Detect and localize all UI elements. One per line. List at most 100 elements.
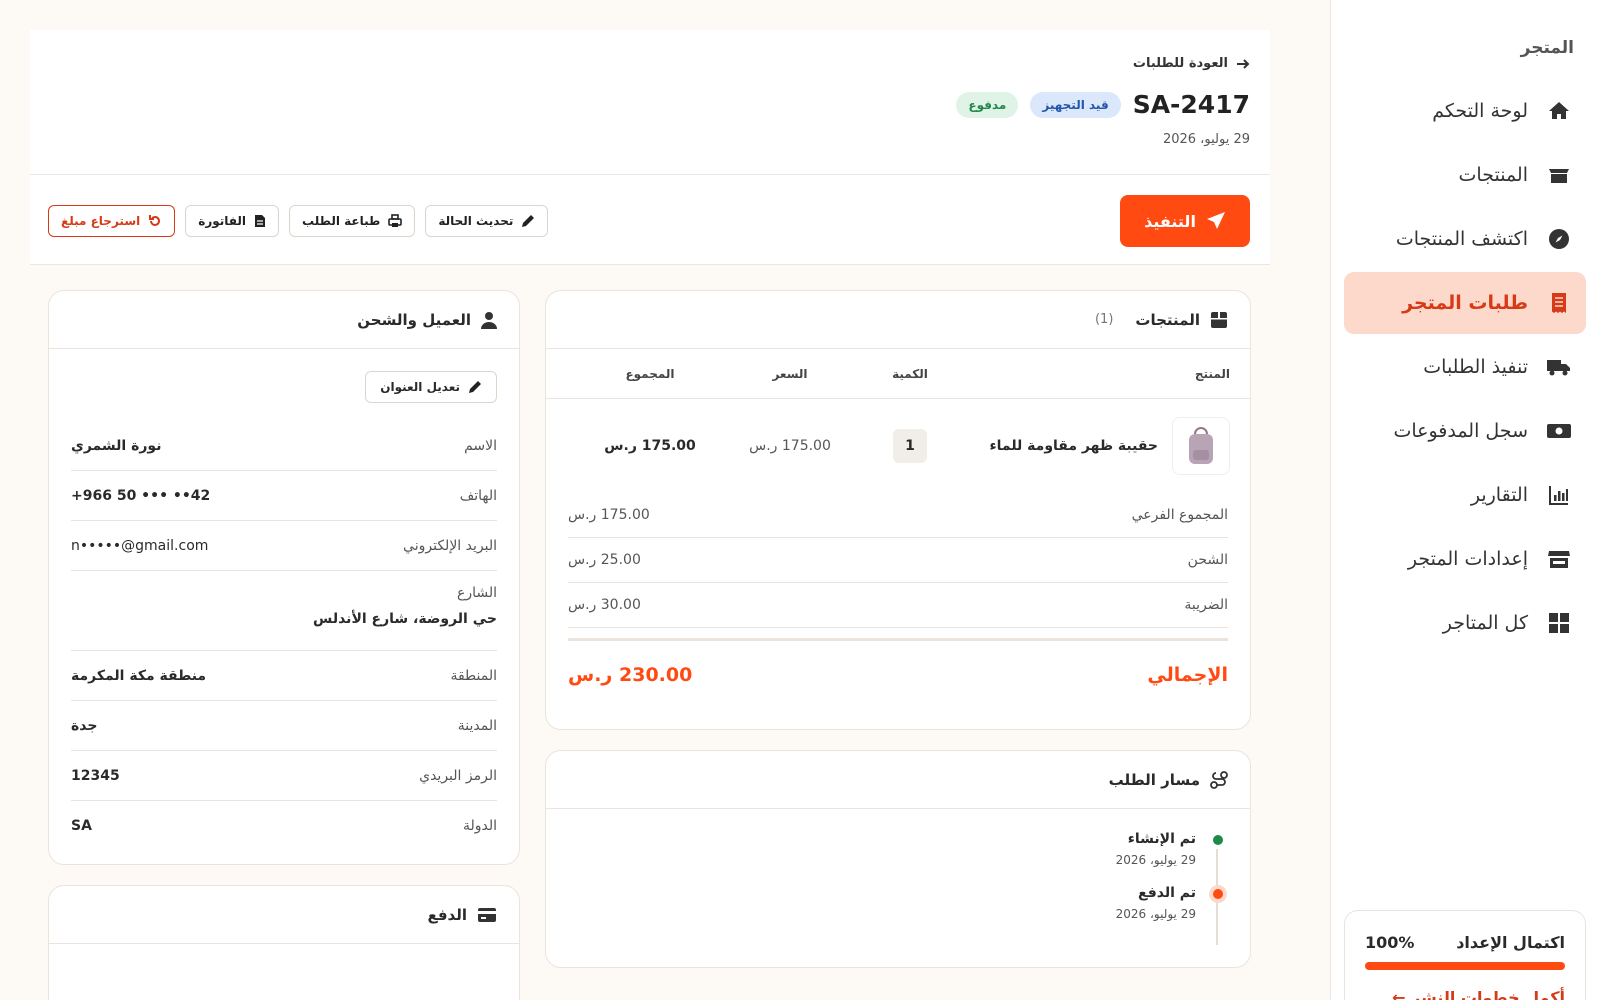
city-value: جدة — [71, 717, 98, 734]
products-title: المنتجات — [1135, 310, 1200, 329]
region-label: المنطقة — [450, 667, 497, 684]
shipping-value: 25.00 ر.س — [568, 552, 641, 568]
store-icon — [1546, 546, 1572, 572]
money-icon — [1546, 418, 1572, 444]
print-label: طباعة الطلب — [302, 214, 381, 228]
tax-value: 30.00 ر.س — [568, 597, 641, 613]
sidebar-item-label: طلبات المتجر — [1402, 292, 1528, 314]
sidebar-item-label: إعدادات المتجر — [1407, 548, 1528, 570]
sidebar-item-label: التقارير — [1470, 484, 1528, 506]
subtotal-label: المجموع الفرعي — [1131, 507, 1228, 523]
column-qty: الكمية — [892, 366, 928, 381]
email-value: n•••••@gmail.com — [71, 537, 209, 554]
sidebar-item-discover[interactable]: اكتشف المنتجات — [1344, 208, 1586, 270]
column-total: المجموع — [625, 366, 675, 381]
city-label: المدينة — [457, 717, 497, 734]
shipping-label: الشحن — [1187, 552, 1228, 568]
order-header: العودة للطلبات SA-2417 قيد التجهيز مدفوع… — [30, 30, 1270, 175]
edit-address-label: تعديل العنوان — [380, 380, 460, 394]
sidebar-item-dashboard[interactable]: لوحة التحكم — [1344, 80, 1586, 142]
sidebar-item-reports[interactable]: التقارير — [1344, 464, 1586, 526]
product-thumbnail — [1172, 417, 1230, 475]
update-status-label: تحديث الحالة — [438, 214, 514, 228]
pencil-icon — [468, 380, 482, 394]
subtotal-value: 175.00 ر.س — [568, 507, 650, 523]
action-bar: التنفيذ استرجاع مبلغ الفاتورة طباعة الطل… — [30, 175, 1270, 265]
event-title: تم الدفع — [1138, 885, 1196, 901]
timeline-event: تم الإنشاء 29 يوليو، 2026 — [576, 831, 1223, 867]
sidebar-item-label: سجل المدفوعات — [1393, 420, 1528, 442]
file-icon — [254, 214, 266, 228]
setup-progress-card: اكتمال الإعداد 100% أكمل خطوات النشر ← — [1344, 910, 1586, 1000]
sidebar-item-store-settings[interactable]: إعدادات المتجر — [1344, 528, 1586, 590]
title-row: SA-2417 قيد التجهيز مدفوع — [956, 90, 1250, 119]
setup-link[interactable]: أكمل خطوات النشر ← — [1365, 988, 1565, 1000]
invoice-button[interactable]: الفاتورة — [185, 205, 280, 237]
route-icon — [1210, 770, 1228, 789]
payment-header: الدفع — [49, 886, 519, 944]
undo-icon — [148, 214, 162, 228]
fulfill-label: التنفيذ — [1144, 211, 1196, 231]
email-row: البريد الإلكتروني n•••••@gmail.com — [71, 521, 497, 571]
sidebar-nav: لوحة التحكم المنتجات اكتشف المنتجات طلبا… — [1344, 80, 1586, 656]
sidebar-item-products[interactable]: المنتجات — [1344, 144, 1586, 206]
back-to-orders-link[interactable]: العودة للطلبات — [1133, 56, 1250, 71]
edit-address-button[interactable]: تعديل العنوان — [365, 371, 497, 403]
refund-button[interactable]: استرجاع مبلغ — [48, 205, 176, 237]
country-label: الدولة — [462, 818, 497, 834]
payment-card: الدفع — [48, 885, 520, 1000]
grid-icon — [1546, 610, 1572, 636]
secondary-actions: استرجاع مبلغ الفاتورة طباعة الطلب تحديث … — [48, 205, 549, 237]
city-row: المدينة جدة — [71, 701, 497, 751]
product-cell[interactable]: حقيبة ظهر مقاومة للماء — [970, 417, 1230, 475]
phone-row: الهاتف +966 50 ••• ••42 — [71, 471, 497, 521]
timeline-title: مسار الطلب — [1108, 770, 1200, 789]
street-value: حي الروضة، شارع الأندلس — [313, 611, 497, 627]
order-timeline-card: مسار الطلب تم الإنشاء 29 يوليو، 2026 تم … — [545, 750, 1251, 968]
receipt-icon — [1546, 290, 1572, 316]
products-count: (1) — [1094, 312, 1114, 327]
customer-title: العميل والشحن — [357, 310, 471, 329]
status-badge: قيد التجهيز — [1030, 91, 1121, 118]
product-price: 175.00 ر.س — [749, 438, 831, 454]
column-price: السعر — [772, 366, 808, 381]
column-product: المنتج — [1194, 366, 1230, 381]
pencil-icon — [521, 214, 535, 228]
region-value: منطقة مكة المكرمة — [71, 667, 207, 684]
street-label: الشارع — [456, 585, 497, 601]
truck-icon — [1546, 354, 1572, 380]
chart-icon — [1546, 482, 1572, 508]
sidebar-item-all-stores[interactable]: كل المتاجر — [1344, 592, 1586, 654]
tax-label: الضريبة — [1184, 597, 1228, 613]
name-label: الاسم — [464, 437, 497, 454]
zip-row: الرمز البريدي 12345 — [71, 751, 497, 801]
printer-icon — [388, 214, 403, 228]
subtotal-row: المجموع الفرعي 175.00 ر.س — [568, 493, 1228, 538]
shipping-row: الشحن 25.00 ر.س — [568, 538, 1228, 583]
name-value: نورة الشمري — [71, 437, 162, 454]
timeline-dot — [1213, 889, 1223, 899]
tax-row: الضريبة 30.00 ر.س — [568, 583, 1228, 628]
product-total: 175.00 ر.س — [604, 438, 696, 454]
main-content: العودة للطلبات SA-2417 قيد التجهيز مدفوع… — [30, 30, 1270, 265]
send-icon — [1206, 211, 1226, 231]
grand-total-value: 230.00 ر.س — [568, 663, 693, 686]
sidebar-item-payments[interactable]: سجل المدفوعات — [1344, 400, 1586, 462]
credit-card-icon — [477, 907, 497, 923]
fulfill-button[interactable]: التنفيذ — [1120, 195, 1250, 247]
box-icon — [1546, 162, 1572, 188]
sidebar-item-fulfillment[interactable]: تنفيذ الطلبات — [1344, 336, 1586, 398]
name-row: الاسم نورة الشمري — [71, 421, 497, 471]
customer-header: العميل والشحن — [49, 291, 519, 349]
zip-label: الرمز البريدي — [419, 767, 497, 784]
products-card: المنتجات (1) المنتج الكمية السعر المجموع… — [545, 290, 1251, 730]
print-button[interactable]: طباعة الطلب — [289, 205, 416, 237]
product-qty: 1 — [893, 429, 927, 463]
order-id: SA-2417 — [1132, 90, 1250, 119]
sidebar: المتجر لوحة التحكم المنتجات اكتشف المنتج… — [1330, 0, 1600, 1000]
home-icon — [1546, 98, 1572, 124]
country-row: الدولة SA — [71, 801, 497, 851]
event-date: 29 يوليو، 2026 — [1115, 853, 1196, 867]
update-status-button[interactable]: تحديث الحالة — [425, 205, 549, 237]
sidebar-item-store-orders[interactable]: طلبات المتجر — [1344, 272, 1586, 334]
